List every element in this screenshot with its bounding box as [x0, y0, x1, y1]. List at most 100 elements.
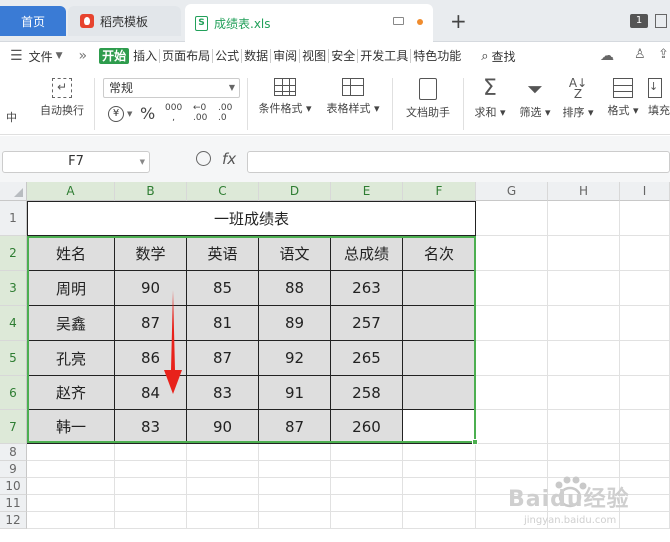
- share-user-icon[interactable]: ♙: [634, 47, 646, 62]
- row-header-5[interactable]: 5: [0, 341, 27, 376]
- filter-button[interactable]: ⏷ 筛选 ▾: [515, 78, 555, 120]
- empty-cell[interactable]: [620, 341, 670, 376]
- empty-cell[interactable]: [27, 512, 115, 529]
- empty-cell[interactable]: [187, 461, 259, 478]
- decrease-decimal-button[interactable]: .00.0: [218, 103, 232, 123]
- empty-cell[interactable]: [403, 512, 476, 529]
- column-header-g[interactable]: G: [476, 182, 548, 201]
- table-data-cell[interactable]: 81: [187, 306, 259, 341]
- file-menu[interactable]: 文件: [29, 48, 53, 65]
- empty-cell[interactable]: [27, 444, 115, 461]
- table-data-cell[interactable]: [403, 341, 476, 376]
- name-box[interactable]: F7 ▼: [2, 151, 150, 173]
- empty-cell[interactable]: [620, 376, 670, 410]
- table-data-cell[interactable]: 韩一: [27, 410, 115, 444]
- hamburger-icon[interactable]: ☰: [10, 48, 23, 64]
- empty-cell[interactable]: [548, 201, 620, 236]
- fill-button[interactable]: ↓ 填充: [648, 78, 670, 118]
- column-header-e[interactable]: E: [331, 182, 403, 201]
- table-data-cell[interactable]: [403, 376, 476, 410]
- formula-input[interactable]: [247, 151, 670, 173]
- table-data-cell[interactable]: 83: [187, 376, 259, 410]
- table-style-button[interactable]: 表格样式 ▾: [321, 78, 385, 116]
- fx-button[interactable]: fx: [222, 150, 236, 168]
- table-data-cell[interactable]: 257: [331, 306, 403, 341]
- sort-button[interactable]: A↓ Z 排序 ▾: [558, 77, 598, 120]
- empty-cell[interactable]: [403, 444, 476, 461]
- empty-cell[interactable]: [548, 341, 620, 376]
- empty-cell[interactable]: [548, 444, 620, 461]
- empty-cell[interactable]: [115, 512, 187, 529]
- empty-cell[interactable]: [476, 271, 548, 306]
- table-data-cell[interactable]: [403, 306, 476, 341]
- cloud-icon[interactable]: ☁: [600, 48, 614, 64]
- empty-cell[interactable]: [331, 461, 403, 478]
- tab-document[interactable]: S 成绩表.xls: [185, 4, 433, 42]
- table-data-cell[interactable]: [403, 271, 476, 306]
- empty-cell[interactable]: [115, 461, 187, 478]
- share-icon[interactable]: ⇪: [658, 47, 669, 62]
- row-header-9[interactable]: 9: [0, 461, 27, 478]
- empty-cell[interactable]: [115, 444, 187, 461]
- format-button[interactable]: 格式 ▾: [603, 78, 643, 118]
- column-header-b[interactable]: B: [115, 182, 187, 201]
- menu-view[interactable]: 视图: [300, 49, 330, 63]
- empty-cell[interactable]: [403, 495, 476, 512]
- currency-button[interactable]: ¥: [108, 106, 124, 122]
- currency-chevron-icon[interactable]: ▼: [127, 110, 132, 118]
- sum-button[interactable]: Σ 求和 ▾: [470, 78, 510, 120]
- empty-cell[interactable]: [187, 495, 259, 512]
- empty-cell[interactable]: [27, 478, 115, 495]
- tab-home[interactable]: 首页: [0, 6, 66, 36]
- wrap-partial-label[interactable]: 中: [6, 109, 17, 125]
- table-header-cell[interactable]: 英语: [187, 236, 259, 271]
- expand-menu-icon[interactable]: »: [79, 48, 88, 64]
- empty-cell[interactable]: [403, 478, 476, 495]
- row-header-1[interactable]: 1: [0, 201, 27, 236]
- new-tab-button[interactable]: +: [450, 9, 467, 33]
- menu-start[interactable]: 开始: [99, 48, 130, 64]
- select-all-corner[interactable]: [0, 182, 27, 201]
- row-header-4[interactable]: 4: [0, 306, 27, 341]
- number-format-select[interactable]: 常规 ▼: [103, 78, 240, 98]
- empty-cell[interactable]: [620, 271, 670, 306]
- menu-formulas[interactable]: 公式: [213, 49, 243, 63]
- empty-cell[interactable]: [548, 236, 620, 271]
- menu-security[interactable]: 安全: [329, 49, 359, 63]
- fill-handle[interactable]: [472, 439, 478, 445]
- empty-cell[interactable]: [548, 271, 620, 306]
- table-data-cell[interactable]: 赵齐: [27, 376, 115, 410]
- auto-wrap-button[interactable]: ↵ 自动换行: [36, 78, 88, 118]
- row-header-7[interactable]: 7: [0, 410, 27, 444]
- empty-cell[interactable]: [331, 478, 403, 495]
- menu-page-layout[interactable]: 页面布局: [160, 49, 214, 63]
- empty-cell[interactable]: [548, 410, 620, 444]
- row-header-10[interactable]: 10: [0, 478, 27, 495]
- empty-cell[interactable]: [331, 495, 403, 512]
- row-header-12[interactable]: 12: [0, 512, 27, 529]
- table-data-cell[interactable]: 周明: [27, 271, 115, 306]
- menu-data[interactable]: 数据: [242, 49, 272, 63]
- empty-cell[interactable]: [187, 444, 259, 461]
- empty-cell[interactable]: [476, 236, 548, 271]
- sheet-title-cell[interactable]: 一班成绩表: [27, 201, 476, 236]
- table-data-cell[interactable]: 85: [187, 271, 259, 306]
- search-label[interactable]: 查找: [492, 48, 516, 65]
- monitor-icon[interactable]: [393, 17, 404, 25]
- row-header-8[interactable]: 8: [0, 444, 27, 461]
- empty-cell[interactable]: [115, 478, 187, 495]
- table-header-cell[interactable]: 语文: [259, 236, 331, 271]
- worksheet-grid[interactable]: ABCDEFGHI 1 2 3 4 5 6 7 8 9 10 11 12 一班成绩表 姓名 数学 英语 语文总…: [0, 182, 670, 542]
- empty-cell[interactable]: [620, 306, 670, 341]
- table-data-cell[interactable]: 260: [331, 410, 403, 444]
- table-data-cell[interactable]: 258: [331, 376, 403, 410]
- menu-features[interactable]: 特色功能: [411, 49, 463, 63]
- table-data-cell[interactable]: 91: [259, 376, 331, 410]
- empty-cell[interactable]: [27, 495, 115, 512]
- table-header-cell[interactable]: 名次: [403, 236, 476, 271]
- column-header-h[interactable]: H: [548, 182, 620, 201]
- menu-insert[interactable]: 插入: [131, 49, 161, 63]
- column-header-f[interactable]: F: [403, 182, 476, 201]
- table-data-cell[interactable]: 87: [259, 410, 331, 444]
- column-header-i[interactable]: I: [620, 182, 670, 201]
